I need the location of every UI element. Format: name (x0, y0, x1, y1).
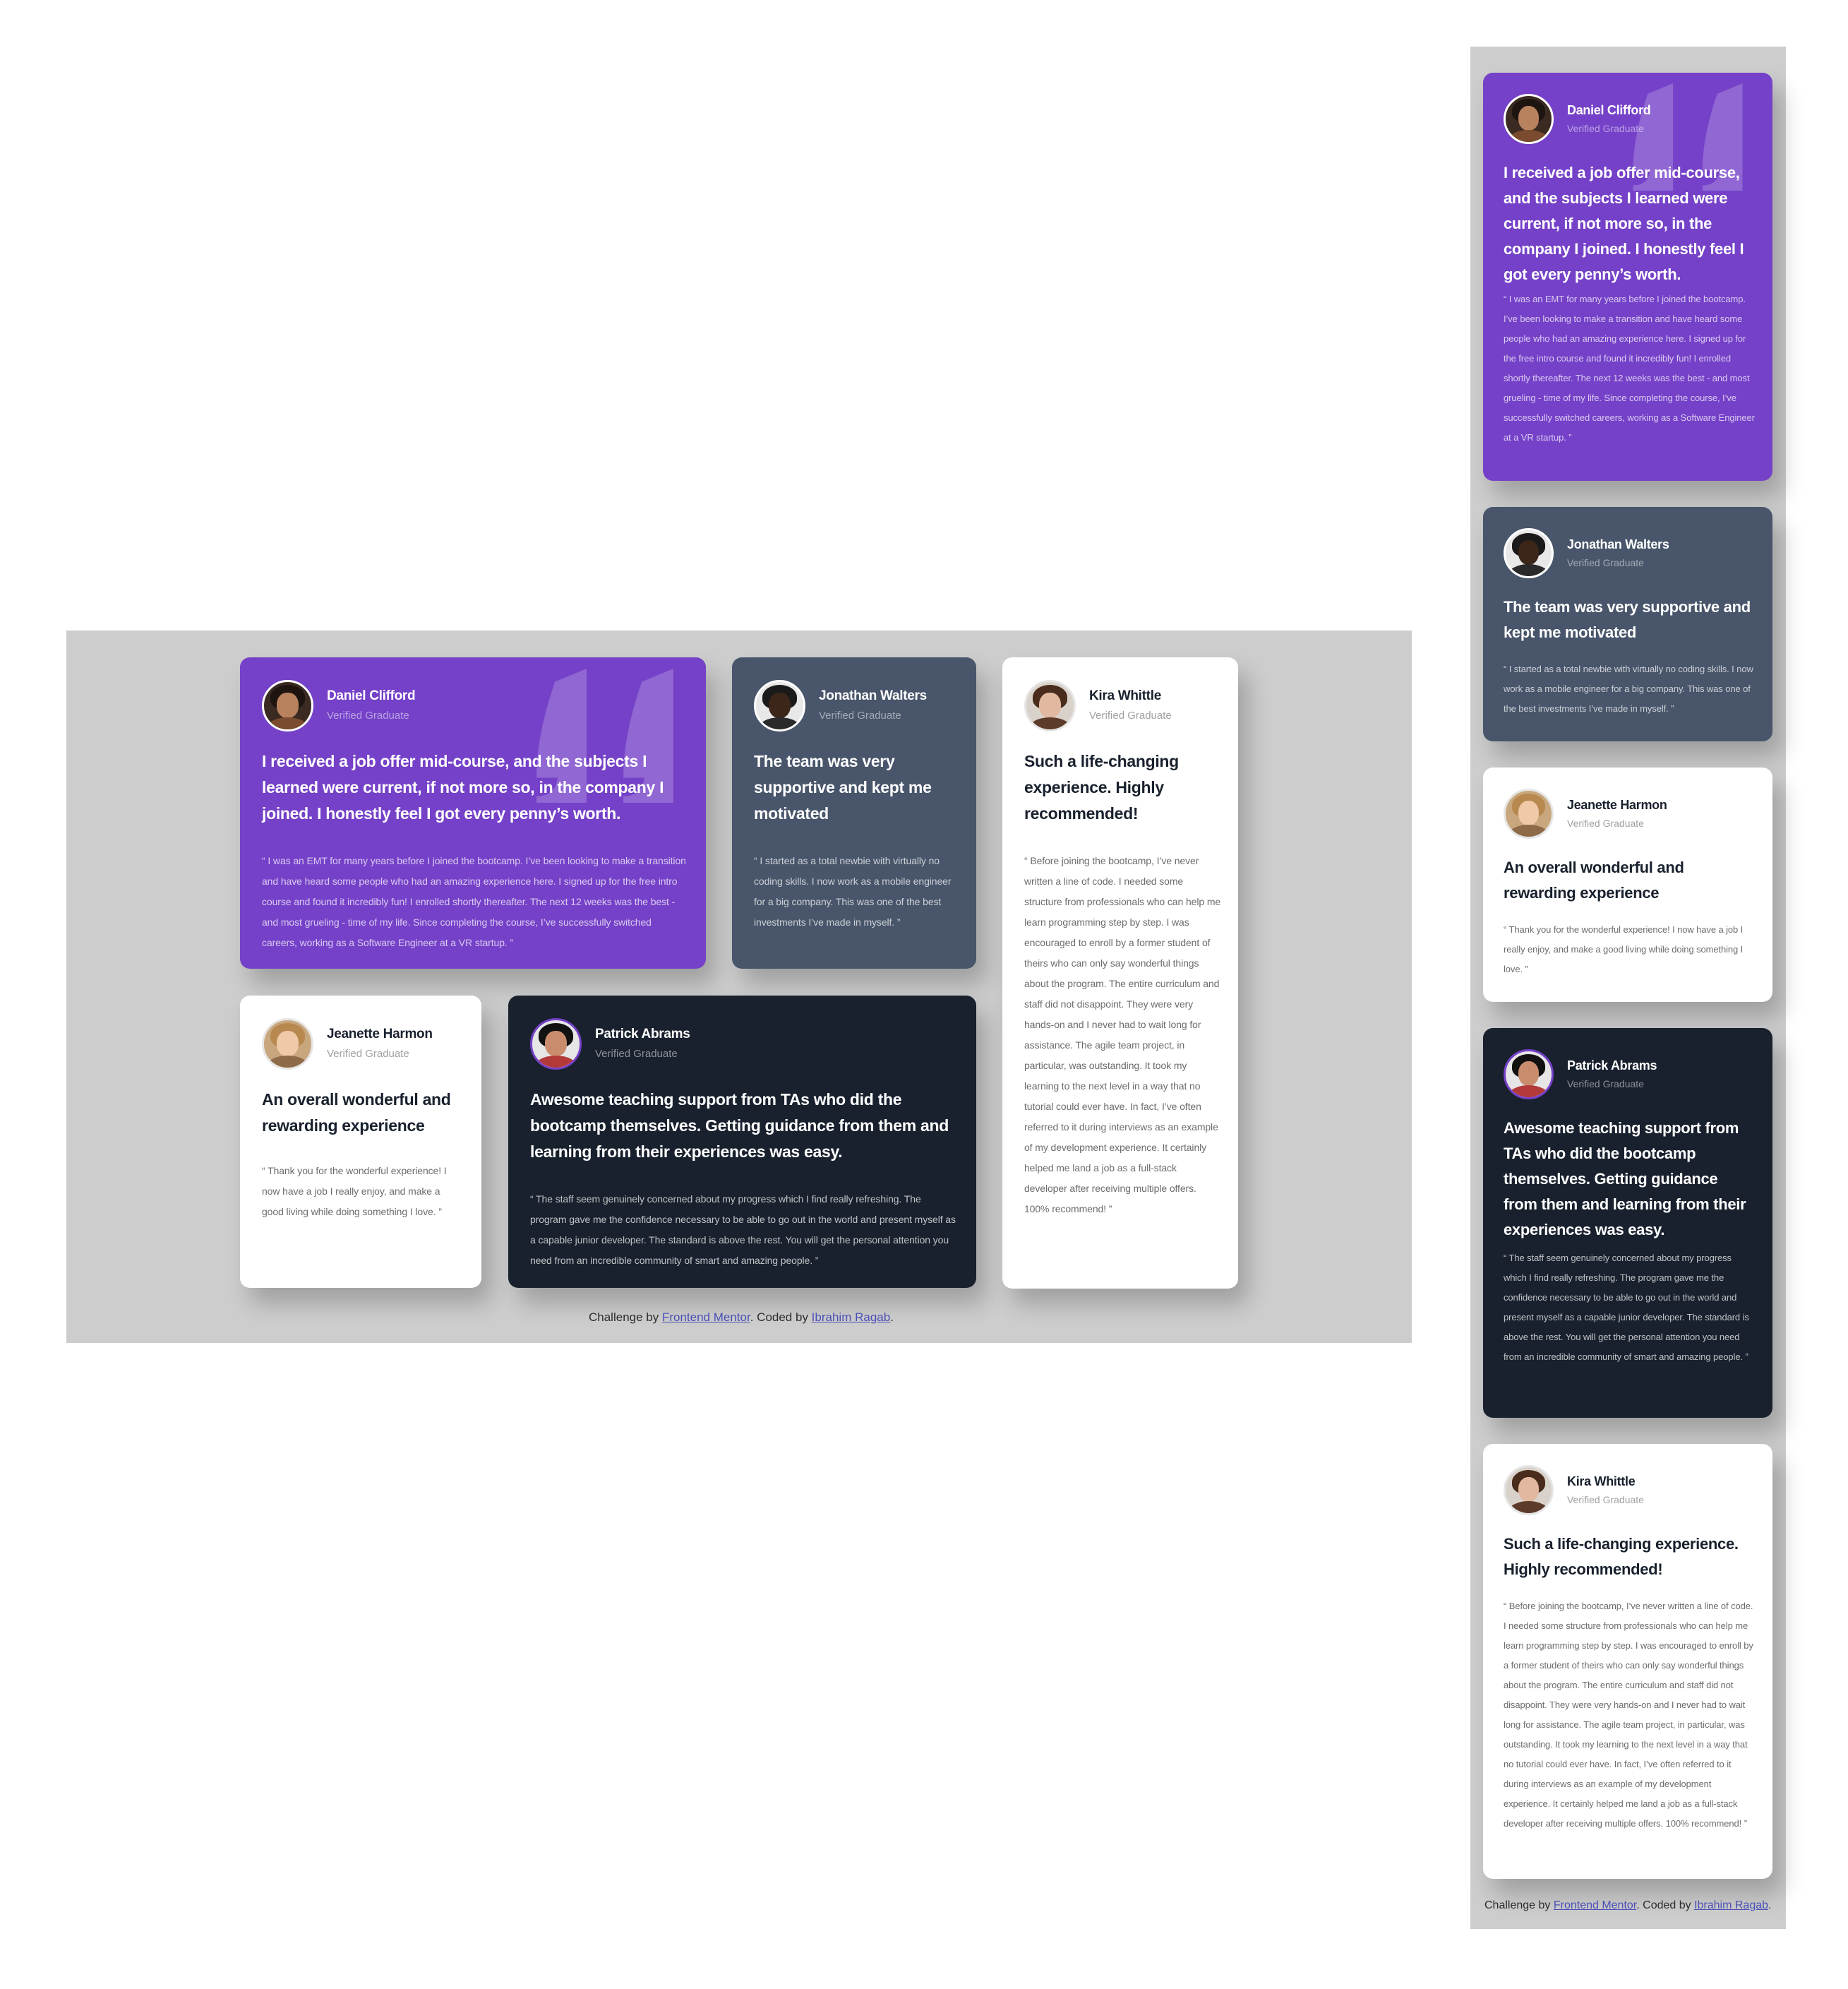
testimonial-headline: Such a life-changing experience. Highly … (1504, 1535, 1739, 1578)
author-info: Daniel Clifford Verified Graduate (1567, 103, 1651, 136)
author-info: Patrick Abrams Verified Graduate (1567, 1058, 1657, 1091)
author-name: Jonathan Walters (819, 688, 927, 704)
avatar (754, 680, 805, 731)
testimonial-headline: I received a job offer mid-course, and t… (262, 752, 664, 823)
card-header: Daniel Clifford Verified Graduate (1504, 94, 1651, 144)
author-role: Verified Graduate (1567, 1078, 1644, 1090)
avatar (262, 680, 313, 731)
author-role: Verified Graduate (327, 1048, 409, 1061)
testimonial-card-kira: Kira Whittle Verified Graduate Such a li… (1483, 1444, 1772, 1879)
avatar (1504, 1465, 1554, 1515)
author-info: Jonathan Walters Verified Graduate (819, 688, 927, 722)
attribution: Challenge by Frontend Mentor. Coded by I… (589, 1310, 894, 1324)
testimonial-headline: Awesome teaching support from TAs who di… (1504, 1119, 1746, 1238)
attribution: Challenge by Frontend Mentor. Coded by I… (1484, 1899, 1772, 1911)
card-header: Jonathan Walters Verified Graduate (754, 680, 927, 731)
frontend-mentor-link[interactable]: Frontend Mentor (1554, 1899, 1636, 1911)
avatar (1504, 528, 1554, 578)
testimonial-headline: I received a job offer mid-course, and t… (1504, 164, 1744, 283)
testimonial-quote: “ I started as a total newbie with virtu… (1504, 664, 1753, 714)
card-header: Kira Whittle Verified Graduate (1504, 1465, 1644, 1515)
card-header: Daniel Clifford Verified Graduate (262, 680, 416, 731)
card-header: Patrick Abrams Verified Graduate (1504, 1049, 1657, 1099)
mobile-preview: Daniel Clifford Verified Graduate I rece… (1470, 47, 1786, 1929)
testimonial-headline: The team was very supportive and kept me… (754, 752, 932, 823)
testimonial-card-kira: Kira Whittle Verified Graduate Such a li… (1002, 657, 1238, 1289)
author-role: Verified Graduate (327, 710, 409, 722)
author-name: Kira Whittle (1089, 688, 1161, 704)
author-name: Patrick Abrams (595, 1027, 690, 1042)
testimonial-headline: An overall wonderful and rewarding exper… (262, 1090, 451, 1135)
author-info: Daniel Clifford Verified Graduate (327, 688, 416, 722)
testimonial-headline: Such a life-changing experience. Highly … (1024, 752, 1179, 823)
card-header: Jeanette Harmon Verified Graduate (1504, 789, 1667, 839)
avatar (1024, 680, 1076, 731)
avatar (530, 1018, 582, 1070)
author-link[interactable]: Ibrahim Ragab (1694, 1899, 1768, 1911)
frontend-mentor-link[interactable]: Frontend Mentor (662, 1310, 750, 1324)
testimonial-quote: “ Before joining the bootcamp, I’ve neve… (1504, 1601, 1753, 1829)
author-role: Verified Graduate (595, 1048, 678, 1061)
testimonial-quote: “ Thank you for the wonderful experience… (1504, 924, 1744, 974)
testimonial-quote: “ Thank you for the wonderful experience… (262, 1165, 447, 1217)
testimonial-card-jonathan: Jonathan Walters Verified Graduate The t… (1483, 507, 1772, 741)
testimonial-headline: The team was very supportive and kept me… (1504, 598, 1751, 641)
desktop-preview: Daniel Clifford Verified Graduate I rece… (66, 631, 1412, 1343)
author-role: Verified Graduate (1089, 710, 1172, 722)
testimonial-quote: “ The staff seem genuinely concerned abo… (1504, 1253, 1749, 1362)
testimonial-quote: “ Before joining the bootcamp, I’ve neve… (1024, 855, 1221, 1214)
author-info: Kira Whittle Verified Graduate (1089, 688, 1172, 722)
author-name: Jeanette Harmon (327, 1027, 433, 1042)
author-name: Patrick Abrams (1567, 1058, 1657, 1073)
testimonial-card-daniel: Daniel Clifford Verified Graduate I rece… (240, 657, 706, 969)
author-role: Verified Graduate (819, 710, 901, 722)
card-header: Jeanette Harmon Verified Graduate (262, 1018, 433, 1070)
author-name: Kira Whittle (1567, 1474, 1636, 1488)
author-info: Jeanette Harmon Verified Graduate (1567, 798, 1667, 830)
testimonial-card-patrick: Patrick Abrams Verified Graduate Awesome… (508, 996, 976, 1288)
testimonial-quote: “ I started as a total newbie with virtu… (754, 855, 952, 928)
testimonial-card-patrick: Patrick Abrams Verified Graduate Awesome… (1483, 1028, 1772, 1418)
testimonial-quote: “ I was an EMT for many years before I j… (1504, 294, 1755, 443)
testimonial-card-jeanette: Jeanette Harmon Verified Graduate An ove… (1483, 767, 1772, 1002)
author-name: Daniel Clifford (327, 688, 416, 704)
avatar (1504, 789, 1554, 839)
author-link[interactable]: Ibrahim Ragab (812, 1310, 891, 1324)
author-role: Verified Graduate (1567, 1494, 1644, 1506)
testimonial-card-daniel: Daniel Clifford Verified Graduate I rece… (1483, 73, 1772, 481)
author-info: Jonathan Walters Verified Graduate (1567, 537, 1669, 570)
author-name: Jonathan Walters (1567, 537, 1669, 551)
avatar (1504, 94, 1554, 144)
testimonial-card-jonathan: Jonathan Walters Verified Graduate The t… (732, 657, 976, 969)
testimonial-quote: “ I was an EMT for many years before I j… (262, 855, 686, 948)
author-info: Jeanette Harmon Verified Graduate (327, 1027, 433, 1061)
testimonial-headline: An overall wonderful and rewarding exper… (1504, 859, 1684, 902)
author-name: Daniel Clifford (1567, 102, 1651, 117)
author-name: Jeanette Harmon (1567, 797, 1667, 812)
author-role: Verified Graduate (1567, 557, 1644, 569)
card-header: Kira Whittle Verified Graduate (1024, 680, 1172, 731)
card-header: Jonathan Walters Verified Graduate (1504, 528, 1669, 578)
author-role: Verified Graduate (1567, 818, 1644, 830)
testimonial-headline: Awesome teaching support from TAs who di… (530, 1090, 949, 1161)
author-info: Kira Whittle Verified Graduate (1567, 1474, 1644, 1507)
card-header: Patrick Abrams Verified Graduate (530, 1018, 690, 1070)
testimonial-quote: “ The staff seem genuinely concerned abo… (530, 1193, 956, 1266)
author-role: Verified Graduate (1567, 123, 1644, 135)
testimonial-card-jeanette: Jeanette Harmon Verified Graduate An ove… (240, 996, 481, 1288)
author-info: Patrick Abrams Verified Graduate (595, 1027, 690, 1061)
avatar (1504, 1049, 1554, 1099)
avatar (262, 1018, 313, 1070)
